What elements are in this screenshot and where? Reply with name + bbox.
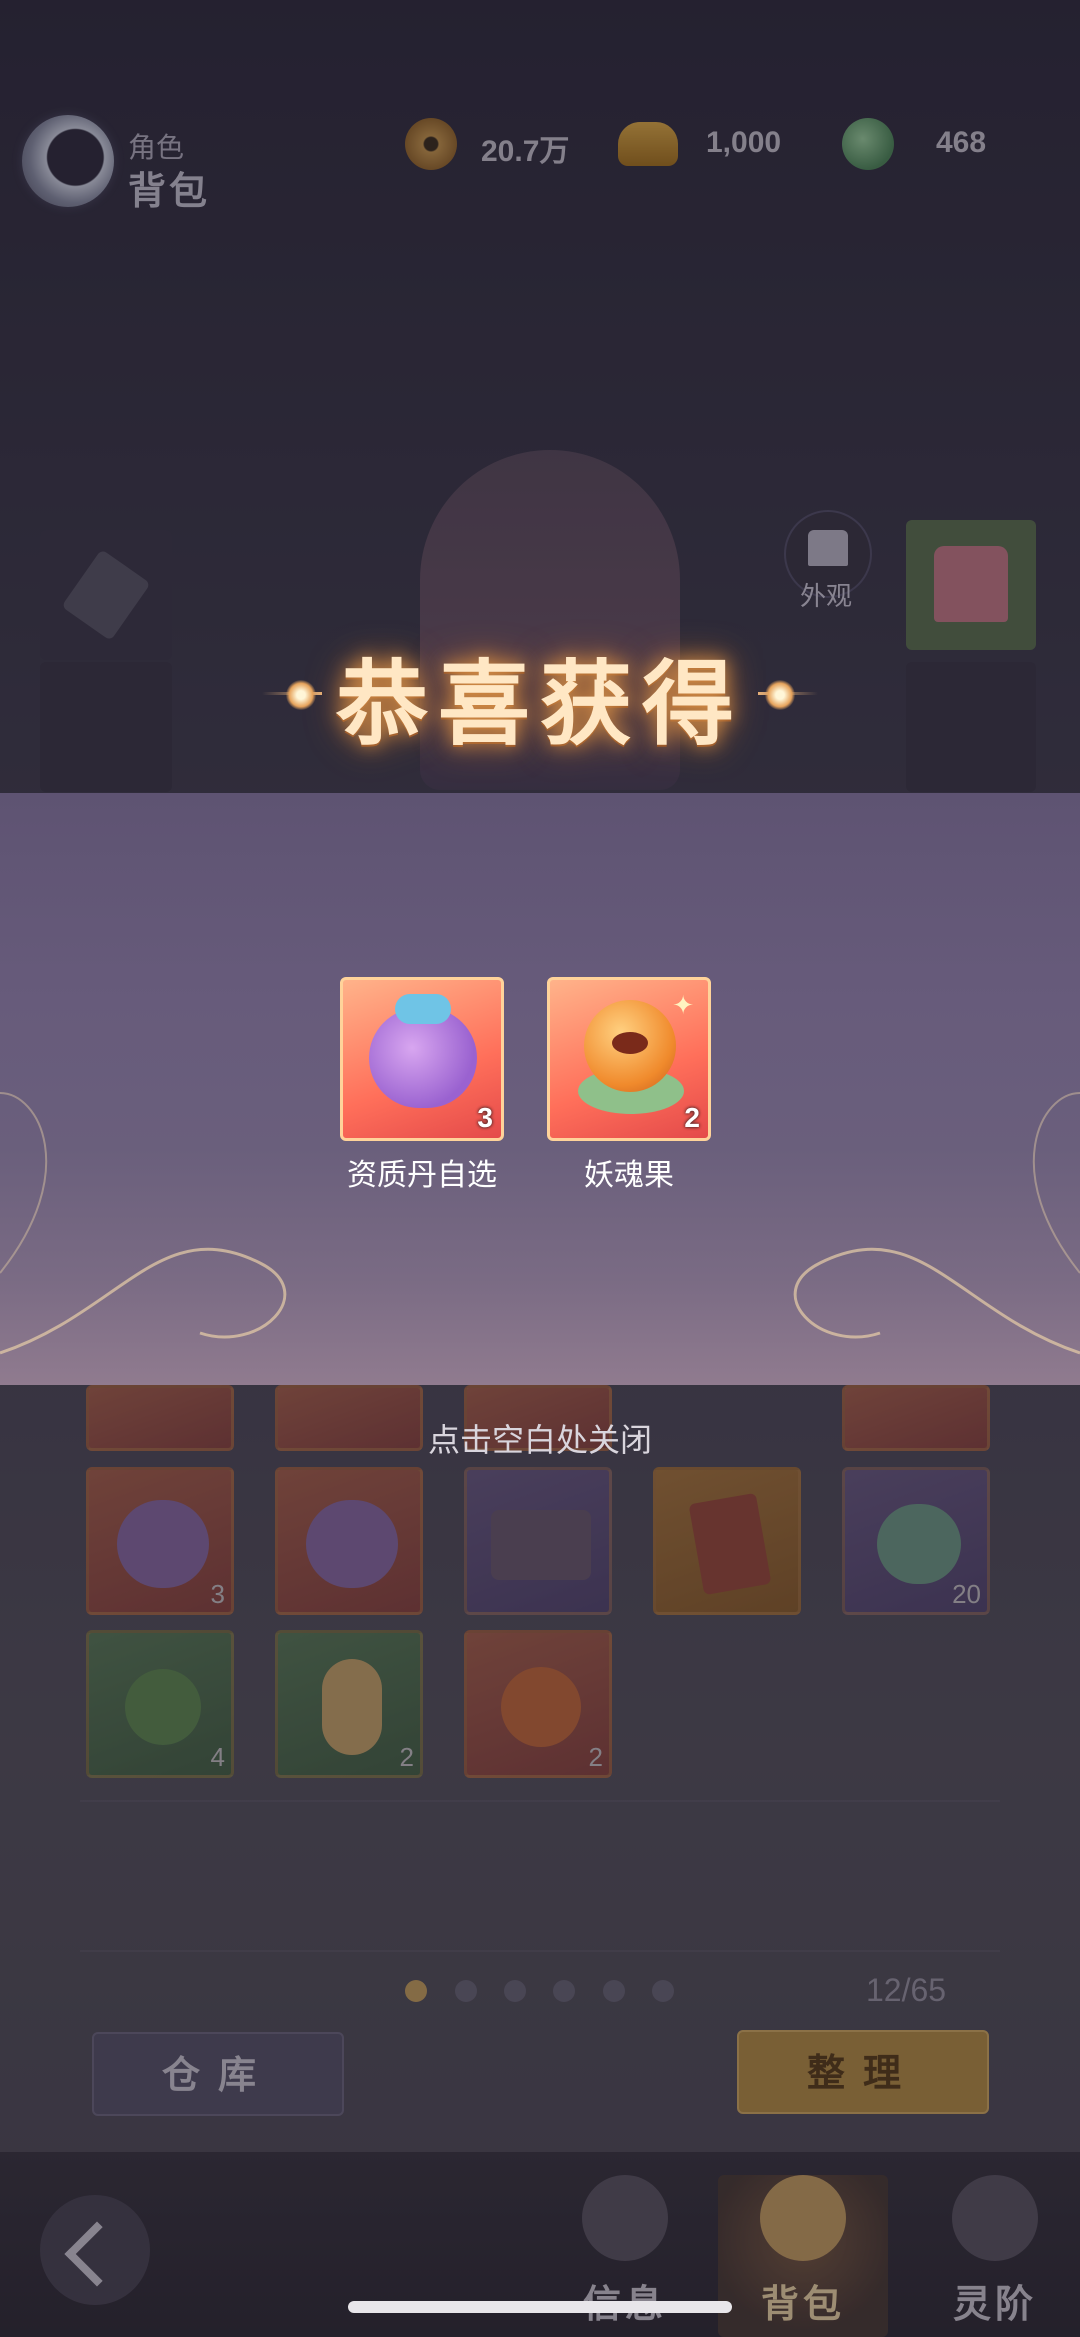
- banner-swirl-decoration: [0, 1092, 1080, 1355]
- reward-item-1[interactable]: 3: [340, 977, 504, 1141]
- reward-name: 妖魂果: [584, 1159, 674, 1192]
- reward-banner: [0, 793, 1080, 1385]
- home-indicator[interactable]: [348, 2301, 732, 2313]
- demon-fruit-icon: [584, 1000, 676, 1092]
- reward-item-2[interactable]: ✦ 2: [547, 977, 711, 1141]
- reward-count: 3: [477, 1102, 493, 1133]
- reward-name: 资质丹自选: [347, 1159, 497, 1192]
- close-hint: 点击空白处关闭: [427, 1422, 652, 1458]
- demon-face-decoration: [612, 1032, 648, 1054]
- congrats-title: 恭喜获得: [335, 650, 744, 758]
- reward-count: 2: [684, 1102, 700, 1133]
- sparkle-icon: ✦: [672, 990, 694, 1020]
- pouch-orb-decoration: [395, 994, 451, 1024]
